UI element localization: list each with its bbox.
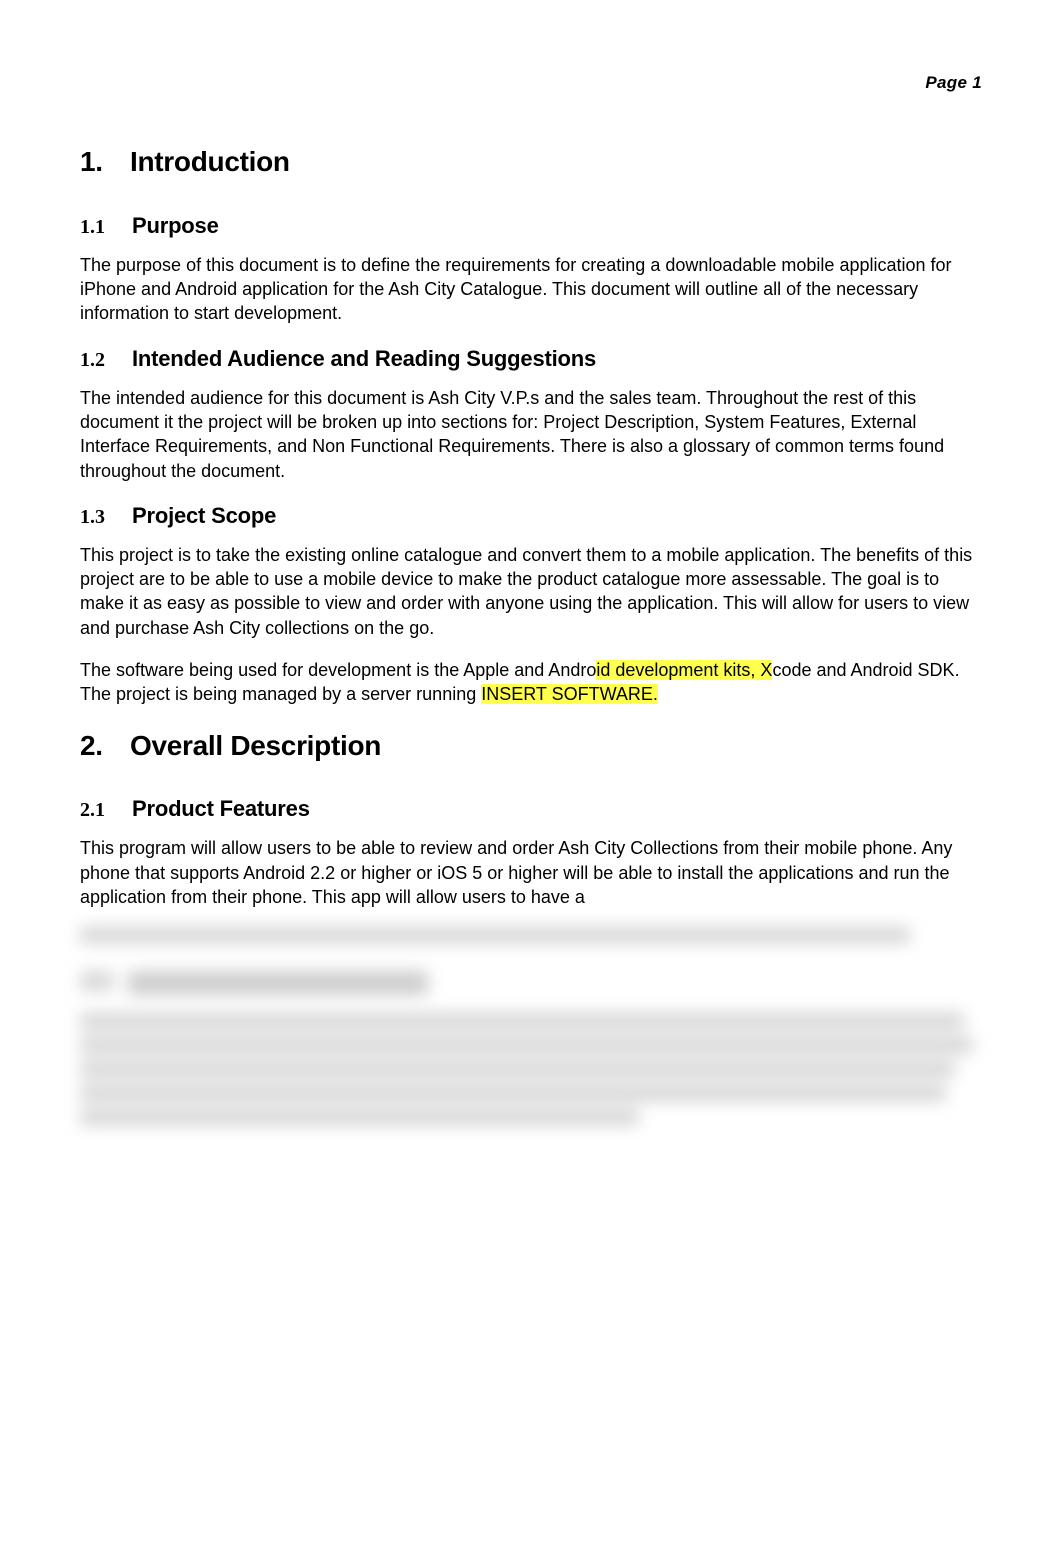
subsection-num: 2.1 bbox=[80, 797, 132, 824]
subsection-heading-2-1: 2.1 Product Features bbox=[80, 794, 982, 824]
paragraph: The purpose of this document is to defin… bbox=[80, 253, 982, 326]
paragraph: This project is to take the existing onl… bbox=[80, 543, 982, 640]
paragraph: The intended audience for this document … bbox=[80, 386, 982, 483]
subsection-title: Product Features bbox=[132, 794, 310, 824]
blurred-preview-region bbox=[80, 927, 982, 1125]
text-run: The software being used for development … bbox=[80, 660, 596, 680]
highlighted-text: INSERT SOFTWARE. bbox=[481, 684, 658, 704]
subsection-title: Intended Audience and Reading Suggestion… bbox=[132, 344, 596, 374]
section-heading-2: 2.Overall Description bbox=[80, 727, 982, 765]
subsection-heading-1-2: 1.2 Intended Audience and Reading Sugges… bbox=[80, 344, 982, 374]
section-num: 2. bbox=[80, 727, 130, 765]
highlighted-text: id development kits, X bbox=[596, 660, 772, 680]
subsection-num: 1.1 bbox=[80, 214, 132, 241]
subsection-title: Purpose bbox=[132, 211, 219, 241]
section-title: Introduction bbox=[130, 146, 290, 177]
subsection-heading-1-3: 1.3 Project Scope bbox=[80, 501, 982, 531]
subsection-heading-1-1: 1.1 Purpose bbox=[80, 211, 982, 241]
section-num: 1. bbox=[80, 143, 130, 181]
paragraph: This program will allow users to be able… bbox=[80, 836, 982, 909]
subsection-title: Project Scope bbox=[132, 501, 276, 531]
page-number: Page 1 bbox=[80, 72, 982, 95]
paragraph-with-highlight: The software being used for development … bbox=[80, 658, 982, 707]
subsection-num: 1.3 bbox=[80, 504, 132, 531]
subsection-num: 1.2 bbox=[80, 347, 132, 374]
section-title: Overall Description bbox=[130, 730, 381, 761]
section-heading-1: 1.Introduction bbox=[80, 143, 982, 181]
